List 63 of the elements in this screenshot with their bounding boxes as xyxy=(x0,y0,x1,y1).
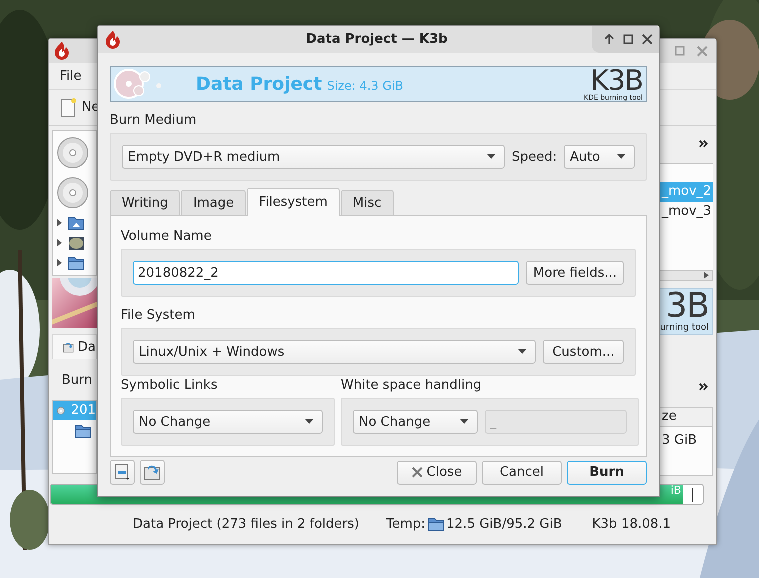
section-label: White space handling xyxy=(341,377,483,395)
list-row[interactable]: _mov_3 xyxy=(660,202,713,222)
section-label: Burn Medium xyxy=(110,112,198,130)
section-label: File System xyxy=(121,307,196,325)
load-settings-button[interactable] xyxy=(140,460,165,485)
scroll-right-icon[interactable] xyxy=(704,272,709,279)
dialog-button[interactable]: Burn xyxy=(567,460,647,484)
home-folder-icon xyxy=(68,216,85,230)
caret-icon xyxy=(305,419,314,425)
folder-icon xyxy=(68,256,85,270)
keep-above-icon[interactable] xyxy=(604,34,615,45)
document-icon xyxy=(114,464,131,481)
burn-project-icon xyxy=(144,464,161,481)
tab[interactable]: Writing xyxy=(110,190,180,215)
caret-icon xyxy=(518,349,528,355)
tab[interactable]: Image xyxy=(181,190,246,215)
version-text: K3b 18.08.1 xyxy=(592,516,672,532)
status-text: 12.5 GiB/95.2 GiB xyxy=(446,516,562,532)
window-title: Data Project — K3b xyxy=(305,32,449,47)
logo: 3B urning tool xyxy=(659,288,713,336)
section-label: Symbolic Links xyxy=(121,377,219,395)
menu-item[interactable]: File xyxy=(60,68,82,84)
expander-icon[interactable] xyxy=(57,239,62,247)
dropdown[interactable]: No Change xyxy=(353,410,478,434)
field-label: Speed: xyxy=(512,150,558,164)
dropdown[interactable]: Linux/Unix + Windows xyxy=(133,340,536,364)
project-size: Size: 4.3 GiB xyxy=(327,78,404,92)
flame-logo-icon xyxy=(104,30,122,50)
volume-name-field[interactable]: 20180822_2 xyxy=(133,261,520,285)
close-icon[interactable] xyxy=(642,34,653,45)
drive-icon xyxy=(68,236,85,250)
new-document-icon xyxy=(61,98,77,118)
flame-logo-icon xyxy=(53,41,71,61)
dropdown[interactable]: Empty DVD+R medium xyxy=(122,145,506,169)
project-title: Data Project xyxy=(196,74,322,94)
caret-icon xyxy=(487,154,496,160)
project-tab[interactable]: Da xyxy=(52,334,97,359)
column-header[interactable]: ze xyxy=(659,406,713,427)
caret-icon xyxy=(460,419,469,425)
disc-icon xyxy=(57,177,89,209)
status-text: Data Project (273 files in 2 folders) xyxy=(133,516,360,532)
table-cell: 3 GiB xyxy=(662,432,698,448)
section-label: Volume Name xyxy=(121,228,213,246)
caret-icon xyxy=(617,154,626,160)
disc-icon xyxy=(57,137,89,169)
tab[interactable]: Filesystem xyxy=(247,188,340,216)
status-label: Temp: xyxy=(386,516,426,532)
dialog-button[interactable]: Close xyxy=(397,460,477,484)
close-icon xyxy=(412,467,423,478)
maximize-icon[interactable] xyxy=(623,34,634,45)
expander-icon[interactable] xyxy=(57,219,62,227)
save-settings-button[interactable] xyxy=(110,460,135,485)
expander-icon[interactable] xyxy=(57,259,62,267)
more-fields-button[interactable]: More fields... xyxy=(526,261,624,285)
section-label: Burn xyxy=(61,373,94,390)
dialog-button[interactable]: Cancel xyxy=(482,460,562,484)
capacity-label: iB xyxy=(670,485,682,497)
tab[interactable]: Misc xyxy=(340,190,394,215)
custom-button[interactable]: Custom... xyxy=(543,340,624,364)
folder-icon xyxy=(428,516,445,532)
dropdown[interactable]: No Change xyxy=(133,410,323,434)
dropdown[interactable]: Auto xyxy=(564,145,635,169)
folder-icon xyxy=(75,424,92,438)
